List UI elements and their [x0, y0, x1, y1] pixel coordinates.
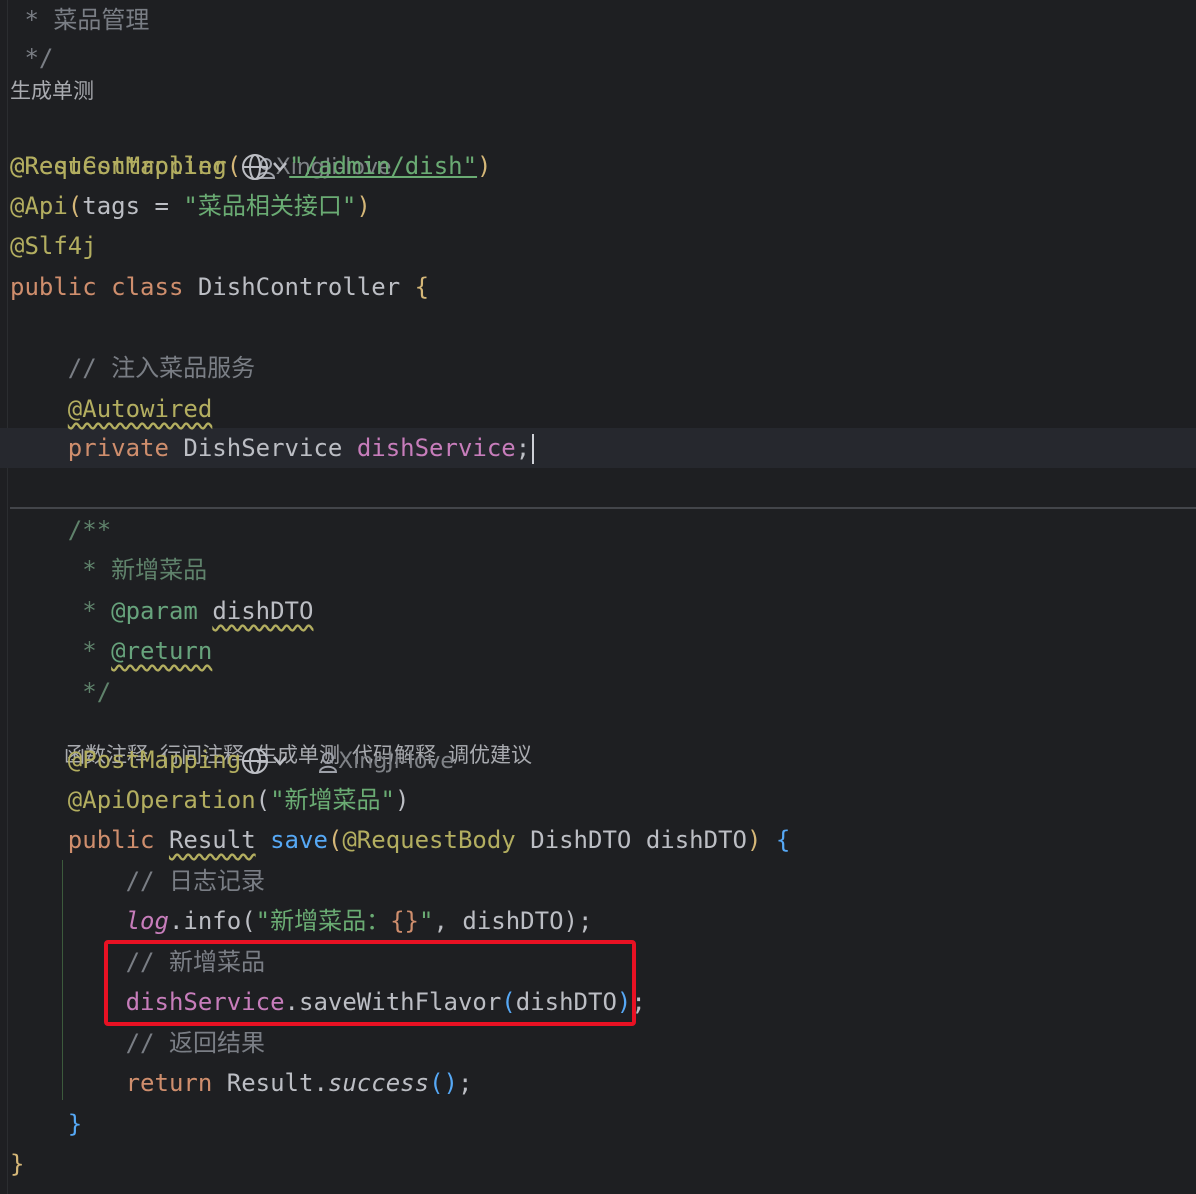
- code-line-autowired[interactable]: @Autowired: [10, 389, 213, 429]
- hint-generate-test[interactable]: 生成单测: [10, 79, 94, 103]
- closing-brace: }: [10, 1150, 25, 1178]
- code-line-close-class[interactable]: }: [10, 1144, 24, 1184]
- attr-key: tags: [82, 192, 141, 220]
- doc-comment: */: [67, 678, 112, 706]
- code-line-class-decl[interactable]: public class DishController {: [10, 267, 429, 307]
- code-line-requestmapping[interactable]: @RequestMapping("/admin/dish"): [10, 146, 492, 186]
- log-object: log: [125, 907, 169, 935]
- comment-text: */: [10, 44, 54, 72]
- string-value: "菜品相关接口": [183, 192, 357, 220]
- code-line-apioperation[interactable]: @ApiOperation("新增菜品"): [10, 780, 410, 820]
- comment-text: // 日志记录: [125, 867, 265, 895]
- class-inlay-hints: 生成单测: [10, 76, 106, 106]
- code-line-return[interactable]: return Result.success();: [10, 1063, 473, 1103]
- annotation: @Api: [10, 192, 68, 220]
- path-string[interactable]: "/admin/dish": [289, 152, 477, 180]
- type-name: Result: [168, 826, 256, 854]
- code-line-log-call[interactable]: log.info("新增菜品：{}", dishDTO);: [10, 901, 593, 941]
- globe-icon[interactable]: [241, 153, 271, 181]
- doc-tag: @return: [111, 637, 213, 665]
- code-line-log-comment[interactable]: // 日志记录: [10, 861, 265, 901]
- code-line-header-comment: * 菜品管理: [10, 0, 149, 40]
- type-name: Result: [226, 1069, 314, 1097]
- code-line-close-method[interactable]: }: [10, 1104, 82, 1144]
- type-name: DishService: [183, 434, 343, 462]
- method-call: info: [183, 907, 242, 935]
- field-name: dishService: [356, 434, 516, 462]
- code-line-postmapping[interactable]: @PostMapping XingJi-love: [10, 740, 454, 780]
- string-value: "新增菜品：: [255, 907, 391, 935]
- param-name: dishDTO: [462, 907, 564, 935]
- type-name: DishDTO: [530, 826, 632, 854]
- method-call: success: [327, 1069, 430, 1097]
- code-line-field-decl[interactable]: private DishService dishService;: [10, 428, 535, 468]
- string-value: ": [419, 907, 434, 935]
- code-line-method-sig[interactable]: public Result save(@RequestBody DishDTO …: [10, 820, 791, 860]
- method-separator: [10, 507, 1196, 509]
- annotation: @RequestMapping: [10, 152, 227, 180]
- code-line-inject-comment[interactable]: // 注入菜品服务: [10, 348, 255, 388]
- keyword: public: [10, 273, 97, 301]
- comment-text: // 注入菜品服务: [67, 354, 256, 382]
- doc-comment: /**: [67, 516, 112, 544]
- keyword: private: [67, 434, 169, 462]
- closing-brace: }: [67, 1110, 83, 1138]
- param-name: dishDTO: [645, 826, 747, 854]
- code-line-slf4j[interactable]: @Slf4j: [10, 226, 97, 266]
- annotation-highlight-box: [104, 940, 636, 1026]
- doc-tag: @param: [111, 597, 198, 625]
- comment-text: // 返回结果: [125, 1029, 265, 1057]
- author-hint[interactable]: XingJi-love: [318, 749, 454, 774]
- annotation: @RequestBody: [342, 826, 516, 854]
- code-line-api[interactable]: @Api(tags = "菜品相关接口"): [10, 186, 371, 226]
- text-caret: [532, 434, 535, 464]
- annotation: @ApiOperation: [67, 786, 256, 814]
- format-placeholder: {}: [390, 907, 420, 935]
- doc-comment: * 新增菜品: [67, 556, 208, 584]
- code-line-doc-return[interactable]: * @return: [10, 631, 212, 671]
- chevron-down-icon[interactable]: [271, 747, 289, 775]
- code-line-doc-1[interactable]: * 新增菜品: [10, 550, 207, 590]
- annotation: @PostMapping: [67, 746, 242, 774]
- hint-optimize[interactable]: 调优建议: [448, 743, 532, 767]
- code-line-restcontroller[interactable]: @RestController XingJi-love: [10, 106, 391, 180]
- comment-text: * 菜品管理: [10, 6, 150, 34]
- keyword: return: [125, 1069, 213, 1097]
- globe-icon[interactable]: [241, 747, 271, 775]
- user-icon: [319, 752, 338, 773]
- editor-gutter: [7, 0, 8, 1194]
- author-name: XingJi-love: [338, 749, 454, 774]
- class-name: DishController: [197, 273, 401, 301]
- code-line-doc-end[interactable]: */: [10, 672, 111, 712]
- code-line-doc-start[interactable]: /**: [10, 510, 111, 550]
- string-value: "新增菜品": [270, 786, 395, 814]
- keyword: public: [67, 826, 155, 854]
- annotation: @Slf4j: [10, 232, 97, 260]
- method-name: save: [270, 826, 328, 854]
- doc-param: dishDTO: [212, 597, 314, 625]
- chevron-down-icon[interactable]: [271, 153, 289, 181]
- keyword: class: [111, 273, 184, 301]
- annotation: @Autowired: [67, 395, 213, 423]
- code-line-comment-end: */: [10, 38, 53, 78]
- code-line-return-comment[interactable]: // 返回结果: [10, 1023, 265, 1063]
- code-line-doc-param[interactable]: * @param dishDTO: [10, 591, 313, 631]
